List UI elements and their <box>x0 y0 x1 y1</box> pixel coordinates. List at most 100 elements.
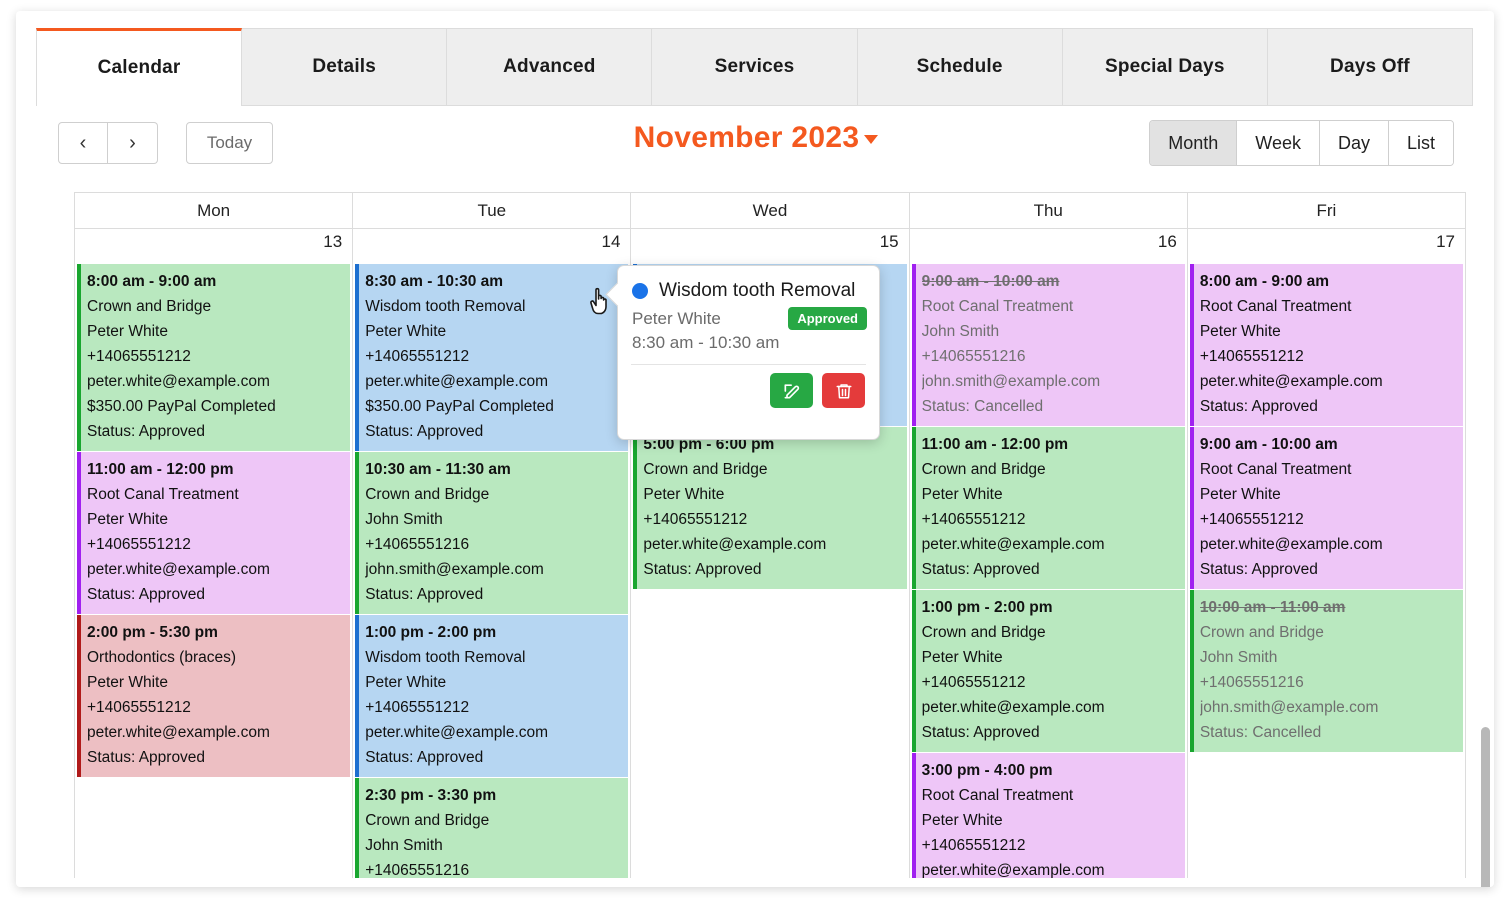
event-status: Status: Approved <box>87 586 206 603</box>
edit-appointment-button[interactable] <box>770 373 813 408</box>
calendar-event[interactable]: 8:00 am - 9:00 am Root Canal Treatment Pet… <box>1189 264 1464 426</box>
popup-title: Wisdom tooth Removal <box>659 280 856 301</box>
event-service: Root Canal Treatment <box>1199 298 1352 315</box>
calendar-event[interactable]: 3:00 pm - 4:00 pm Root Canal Treatment Pet… <box>911 753 1185 878</box>
calendar-event[interactable]: 11:00 am - 12:00 pm Crown and Bridge Peter… <box>911 427 1185 589</box>
tab-label: Days Off <box>1330 56 1410 77</box>
status-dot-icon <box>632 283 648 299</box>
event-time: 9:00 am - 10:00 am <box>1199 436 1338 453</box>
day-header-label: Thu <box>1033 200 1063 220</box>
tab-calendar[interactable]: Calendar <box>36 28 243 106</box>
event-status: Status: Approved <box>1199 398 1318 415</box>
event-email: peter.white@example.com <box>87 373 270 390</box>
event-service: Crown and Bridge <box>643 461 768 478</box>
event-email: peter.white@example.com <box>921 862 1105 878</box>
prev-period-button[interactable]: ‹ <box>58 122 108 164</box>
tab-special-days[interactable]: Special Days <box>1062 28 1268 105</box>
calendar-event[interactable]: 1:00 pm - 2:00 pm Wisdom tooth Removal Pet… <box>355 615 629 777</box>
event-email: john.smith@example.com <box>1199 699 1379 716</box>
day-header-label: Tue <box>477 200 507 220</box>
tab-label: Schedule <box>916 56 1003 77</box>
event-phone: +14065551212 <box>921 511 1026 528</box>
event-email: peter.white@example.com <box>87 561 270 578</box>
view-button-label: Day <box>1337 132 1370 153</box>
date-number-16[interactable]: 16 <box>910 229 1188 263</box>
event-person: Peter White <box>87 674 168 691</box>
event-person: John Smith <box>1199 649 1278 666</box>
popup-person-row: Peter White Approved <box>618 302 879 330</box>
date-number-17[interactable]: 17 <box>1188 229 1465 263</box>
event-phone: +14065551212 <box>365 348 470 365</box>
trash-icon <box>836 383 851 398</box>
event-payment: $350.00 PayPal Completed <box>87 398 276 415</box>
event-person: John Smith <box>921 323 1000 340</box>
tab-label: Advanced <box>503 56 596 77</box>
event-time: 9:00 am - 10:00 am <box>921 273 1060 290</box>
delete-appointment-button[interactable] <box>822 373 865 408</box>
event-person: Peter White <box>921 649 1003 666</box>
popup-time-range: 8:30 am - 10:30 am <box>632 333 780 352</box>
today-button[interactable]: Today <box>186 122 273 164</box>
calendar-scroll-thumb[interactable] <box>1481 727 1490 887</box>
tab-details[interactable]: Details <box>242 28 448 105</box>
calendar-event[interactable]: 10:30 am - 11:30 am Crown and Bridge John … <box>355 452 629 614</box>
day-header-wed: Wed <box>631 193 910 229</box>
date-number-13[interactable]: 13 <box>75 229 354 263</box>
day-header-tue: Tue <box>353 193 632 229</box>
day-header-mon: Mon <box>75 193 354 229</box>
tab-days-off[interactable]: Days Off <box>1267 28 1473 105</box>
chevron-left-icon: ‹ <box>79 131 87 154</box>
event-phone: +14065551212 <box>1199 348 1304 365</box>
calendar-event[interactable]: 2:30 pm - 3:30 pm Crown and Bridge John Sm… <box>355 778 629 878</box>
event-service: Wisdom tooth Removal <box>365 298 526 315</box>
event-time: 3:00 pm - 4:00 pm <box>921 762 1053 779</box>
event-status: Status: Approved <box>365 423 484 440</box>
event-service: Crown and Bridge <box>921 624 1046 641</box>
date-number-label: 16 <box>1157 232 1177 251</box>
event-email: peter.white@example.com <box>1199 373 1383 390</box>
event-time: 2:30 pm - 3:30 pm <box>365 787 497 804</box>
event-time: 1:00 pm - 2:00 pm <box>365 624 497 641</box>
date-number-14[interactable]: 14 <box>353 229 632 263</box>
view-button-week[interactable]: Week <box>1236 121 1319 165</box>
event-person: Peter White <box>1199 323 1281 340</box>
view-button-label: List <box>1406 132 1435 153</box>
calendar-event[interactable]: 10:00 am - 11:00 am Crown and Bridge John … <box>1189 590 1464 752</box>
day-column-fri: 8:00 am - 9:00 am Root Canal Treatment Pet… <box>1188 263 1465 878</box>
day-header-thu: Thu <box>909 193 1188 229</box>
calendar-scroll-track[interactable] <box>1481 192 1492 887</box>
event-time: 10:30 am - 11:30 am <box>365 461 511 478</box>
view-button-day[interactable]: Day <box>1318 121 1388 165</box>
event-person: John Smith <box>365 837 443 854</box>
tab-services[interactable]: Services <box>652 28 858 105</box>
next-period-button[interactable]: › <box>108 122 158 164</box>
view-button-month[interactable]: Month <box>1150 121 1237 165</box>
calendar-event[interactable]: 1:00 pm - 2:00 pm Crown and Bridge Peter W… <box>911 590 1185 752</box>
calendar-event[interactable]: 11:00 am - 12:00 pm Root Canal Treatment P… <box>77 452 351 614</box>
date-number-label: 14 <box>601 232 621 251</box>
calendar-event[interactable]: 8:00 am - 9:00 am Crown and Bridge Peter W… <box>77 264 351 451</box>
event-service: Crown and Bridge <box>365 812 490 829</box>
today-button-label: Today <box>206 133 253 152</box>
event-email: peter.white@example.com <box>1199 536 1383 553</box>
tab-schedule[interactable]: Schedule <box>857 28 1063 105</box>
popup-action-buttons <box>618 365 879 408</box>
date-number-15[interactable]: 15 <box>631 229 910 263</box>
calendar-event[interactable]: 9:00 am - 10:00 am Root Canal Treatment Jo… <box>911 264 1185 426</box>
event-phone: +14065551216 <box>1199 674 1304 691</box>
tab-advanced[interactable]: Advanced <box>447 28 653 105</box>
view-button-list[interactable]: List <box>1387 121 1453 165</box>
event-phone: +14065551216 <box>921 348 1026 365</box>
event-time: 11:00 am - 12:00 pm <box>87 461 234 478</box>
calendar-event[interactable]: 9:00 am - 10:00 am Root Canal Treatment Pe… <box>1189 427 1464 589</box>
event-time: 8:30 am - 10:30 am <box>365 273 504 290</box>
calendar-event[interactable]: 8:30 am - 10:30 am Wisdom tooth Removal Pe… <box>355 264 629 451</box>
event-person: Peter White <box>87 511 168 528</box>
day-header-fri: Fri <box>1187 193 1465 229</box>
calendar-title-dropdown[interactable]: November 2023 <box>634 121 879 155</box>
calendar-event[interactable]: 5:00 pm - 6:00 pm Crown and Bridge Peter W… <box>633 427 907 589</box>
chevron-right-icon: › <box>129 131 136 154</box>
calendar-event[interactable]: 2:00 pm - 5:30 pm Orthodontics (braces) Pe… <box>77 615 351 777</box>
calendar-toolbar: ‹ › Today November 2023 Month Week Day List <box>58 114 1454 186</box>
popup-header: Wisdom tooth Removal <box>618 266 879 302</box>
